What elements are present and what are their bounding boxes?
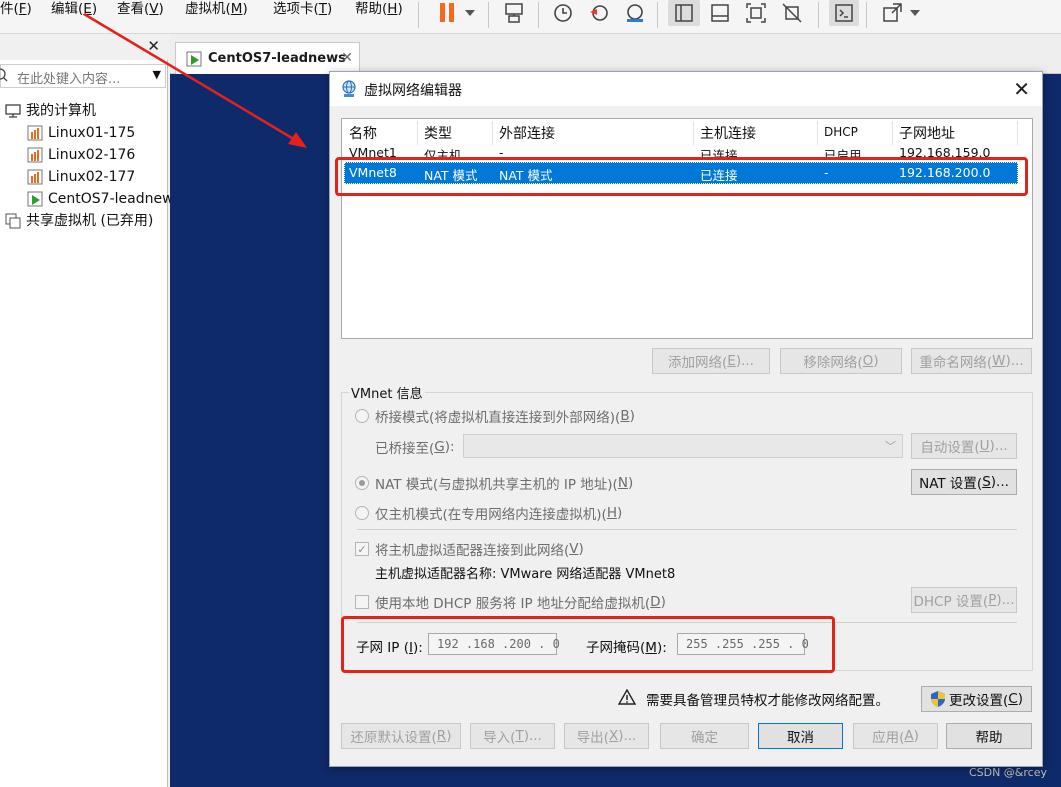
annotation-arrow <box>83 12 307 148</box>
